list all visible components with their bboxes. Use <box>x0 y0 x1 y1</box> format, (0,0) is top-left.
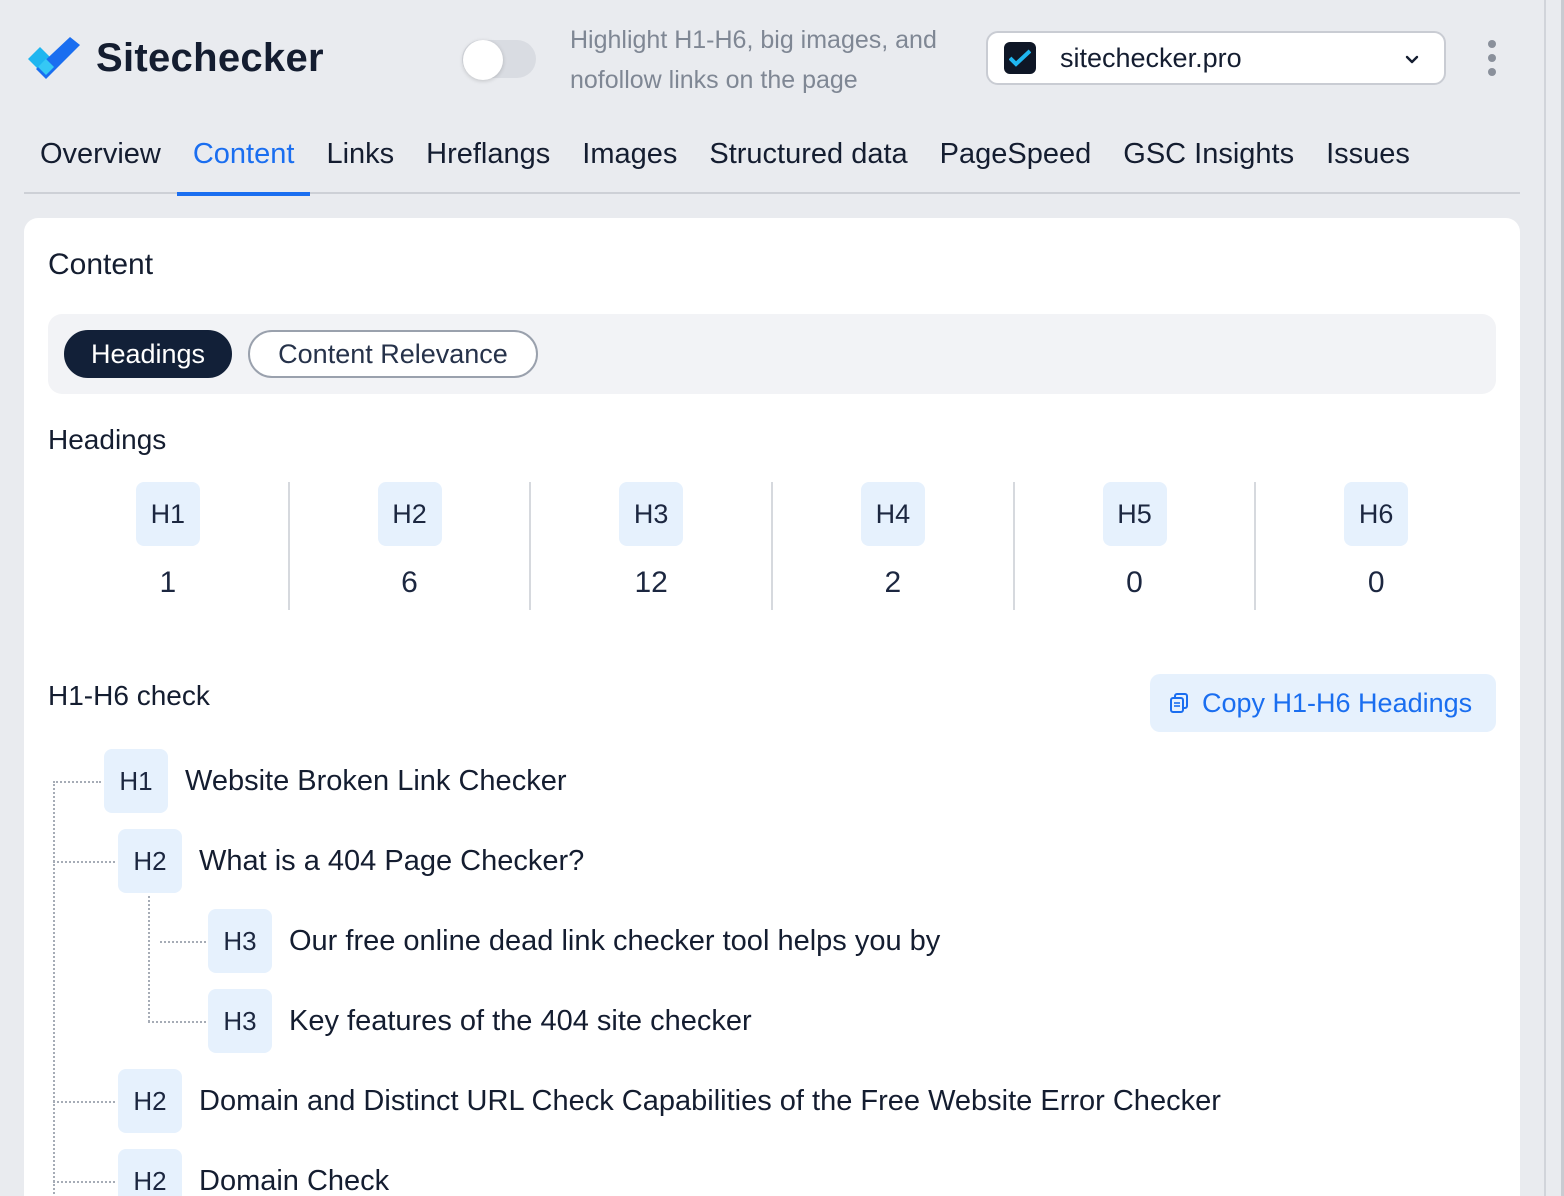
heading-tag-badge: H1 <box>104 749 168 813</box>
site-selector-value: sitechecker.pro <box>1060 42 1242 73</box>
tree-node-h2: H2 Domain Check <box>118 1149 389 1196</box>
tab-images[interactable]: Images <box>566 118 693 194</box>
heading-tag-badge: H3 <box>208 909 272 973</box>
tab-pagespeed[interactable]: PageSpeed <box>924 118 1108 194</box>
heading-tag-badge: H3 <box>208 989 272 1053</box>
content-card: Content Headings Content Relevance Headi… <box>24 218 1520 1196</box>
heading-text: Domain Check <box>199 1164 390 1196</box>
heading-text: Website Broken Link Checker <box>185 764 567 797</box>
tab-links[interactable]: Links <box>310 118 410 194</box>
header: Sitechecker Highlight H1-H6, big images,… <box>0 0 1544 118</box>
tree-connector <box>53 1181 115 1183</box>
tab-overview[interactable]: Overview <box>24 118 177 194</box>
tree-node-h2: H2 Domain and Distinct URL Check Capabil… <box>118 1069 1221 1133</box>
tree-connector <box>53 781 101 783</box>
tab-hreflangs[interactable]: Hreflangs <box>410 118 566 194</box>
sitechecker-logo-icon <box>28 36 80 79</box>
tree-node-h3: H3 Key features of the 404 site checker <box>208 989 752 1053</box>
heading-tag-badge: H2 <box>118 829 182 893</box>
more-menu-icon[interactable] <box>1480 40 1504 76</box>
tab-issues[interactable]: Issues <box>1310 118 1426 194</box>
highlight-hint: Highlight H1-H6, big images, and nofollo… <box>570 26 937 94</box>
site-favicon-icon <box>1004 42 1036 74</box>
heading-text: Domain and Distinct URL Check Capabiliti… <box>199 1084 1221 1117</box>
chevron-down-icon <box>1405 55 1419 64</box>
heading-tag-badge: H2 <box>118 1069 182 1133</box>
tree-connector <box>148 1021 206 1023</box>
tree-node-h3: H3 Our free online dead link checker too… <box>208 909 940 973</box>
tab-structured-data[interactable]: Structured data <box>693 118 923 194</box>
tree-node-h1: H1 Website Broken Link Checker <box>104 749 566 813</box>
heading-text: What is a 404 Page Checker? <box>199 844 585 877</box>
tab-content[interactable]: Content <box>176 118 311 196</box>
headings-tree: H1 Website Broken Link Checker H2 What i… <box>24 218 1520 1196</box>
app-name: Sitechecker <box>96 36 324 80</box>
heading-tag-badge: H2 <box>118 1149 182 1196</box>
heading-text: Key features of the 404 site checker <box>289 1004 752 1037</box>
logo[interactable]: Sitechecker <box>24 36 324 81</box>
tree-connector <box>53 861 115 863</box>
window-scrollbar[interactable] <box>1544 0 1564 1196</box>
tab-gsc-insights[interactable]: GSC Insights <box>1107 118 1310 194</box>
tree-node-h2: H2 What is a 404 Page Checker? <box>118 829 584 893</box>
highlight-toggle[interactable] <box>462 40 536 80</box>
tree-connector <box>148 896 150 1022</box>
tree-connector <box>53 781 55 1196</box>
main-tabs: Overview Content Links Hreflangs Images … <box>24 118 1520 196</box>
tree-connector <box>53 1101 115 1103</box>
tree-connector <box>160 941 206 943</box>
site-selector[interactable]: sitechecker.pro <box>986 31 1446 85</box>
toggle-knob <box>463 40 503 80</box>
heading-text: Our free online dead link checker tool h… <box>289 924 941 957</box>
